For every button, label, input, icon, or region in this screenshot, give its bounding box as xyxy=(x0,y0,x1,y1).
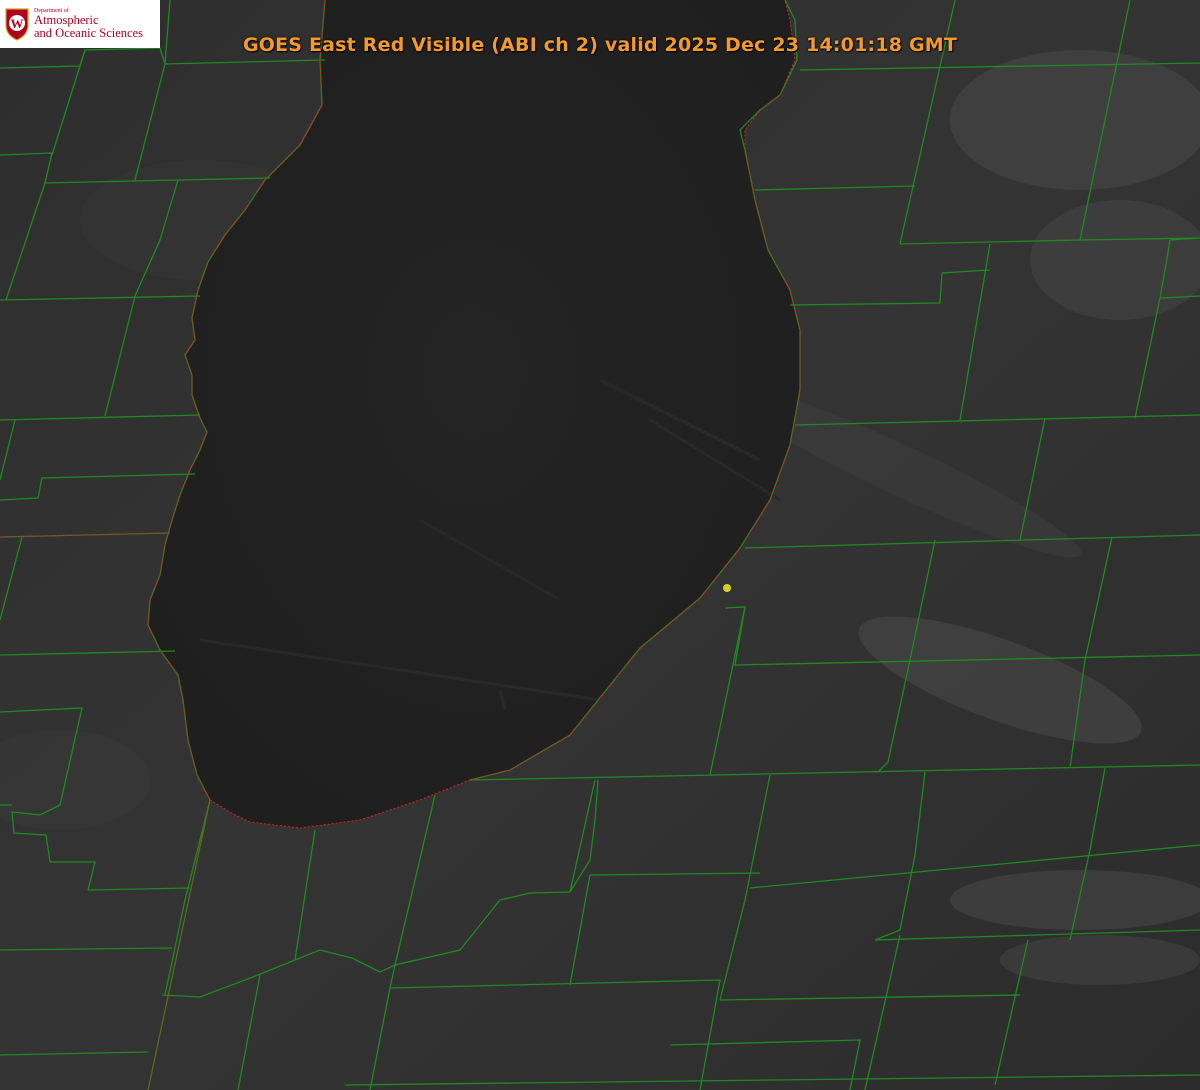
location-marker xyxy=(723,584,731,592)
satellite-map xyxy=(0,0,1200,1090)
svg-text:W: W xyxy=(11,16,24,31)
image-title: GOES East Red Visible (ABI ch 2) valid 2… xyxy=(242,34,958,56)
